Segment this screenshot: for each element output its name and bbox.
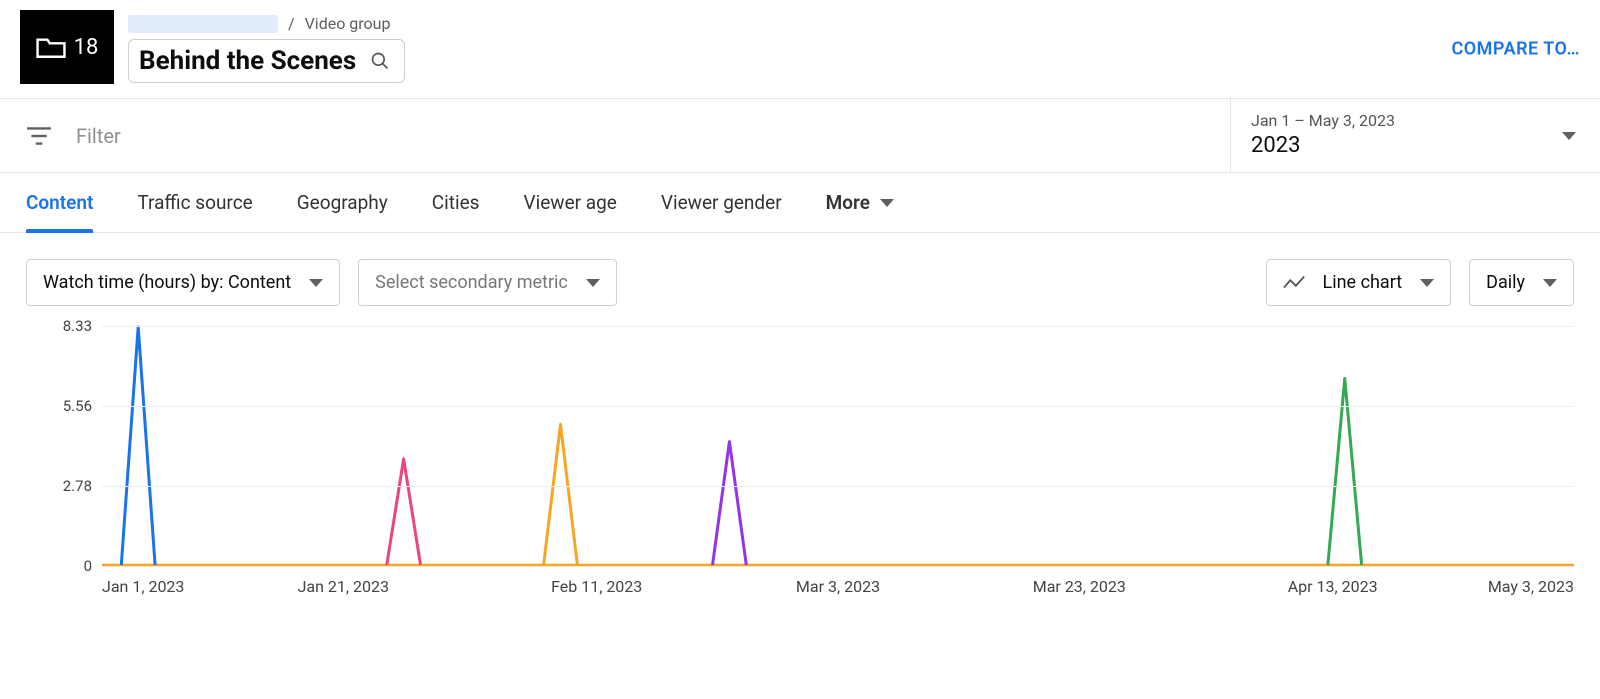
tab-viewer-age[interactable]: Viewer age xyxy=(524,191,617,232)
chart-series-line xyxy=(544,425,578,566)
tab-viewer-gender[interactable]: Viewer gender xyxy=(661,191,782,232)
chart-series-line xyxy=(387,459,421,565)
chart-x-tick: Feb 11, 2023 xyxy=(551,577,642,596)
chart-x-tick: May 3, 2023 xyxy=(1488,577,1574,596)
breadcrumb-separator: / xyxy=(288,14,295,33)
chevron-down-icon xyxy=(1543,279,1557,287)
tab-more-label: More xyxy=(826,191,870,214)
chevron-down-icon xyxy=(309,279,323,287)
tab-content[interactable]: Content xyxy=(26,191,93,232)
tab-cities[interactable]: Cities xyxy=(432,191,480,232)
granularity-label: Daily xyxy=(1486,272,1525,293)
search-icon xyxy=(370,51,390,71)
date-range-picker[interactable]: Jan 1 – May 3, 2023 2023 xyxy=(1230,99,1600,172)
chart-lines xyxy=(102,326,1574,565)
chart-x-tick: Jan 21, 2023 xyxy=(298,577,389,596)
breadcrumb: / Video group xyxy=(128,10,1580,39)
date-preset: 2023 xyxy=(1251,132,1395,161)
secondary-metric-placeholder: Select secondary metric xyxy=(375,272,568,293)
filter-row: Filter Jan 1 – May 3, 2023 2023 xyxy=(0,98,1600,173)
folder-icon xyxy=(36,36,66,58)
chart-plot xyxy=(102,326,1574,566)
chevron-down-icon xyxy=(1420,279,1434,287)
line-chart-icon xyxy=(1283,274,1305,292)
chevron-down-icon xyxy=(880,199,894,207)
chart-series-line xyxy=(121,327,155,565)
dimension-tabs: Content Traffic source Geography Cities … xyxy=(0,173,1600,233)
chart-x-tick: Jan 1, 2023 xyxy=(102,577,184,596)
tab-geography[interactable]: Geography xyxy=(297,191,388,232)
chart-controls: Watch time (hours) by: Content Select se… xyxy=(0,233,1600,316)
chart-x-tick: Apr 13, 2023 xyxy=(1288,577,1378,596)
breadcrumb-level: Video group xyxy=(305,14,391,33)
group-title: Behind the Scenes xyxy=(139,46,356,76)
primary-metric-label: Watch time (hours) by: Content xyxy=(43,272,291,293)
chart-y-tick: 2.78 xyxy=(26,477,92,495)
chart-x-tick: Mar 23, 2023 xyxy=(1033,577,1126,596)
chevron-down-icon xyxy=(1562,132,1576,140)
chart-y-tick: 8.33 xyxy=(26,317,92,335)
chevron-down-icon xyxy=(586,279,600,287)
chart-area: 0 2.78 5.56 8.33 Jan 1, 2023 Jan 21, 2023 Feb … xyxy=(0,316,1600,624)
compare-to-button[interactable]: COMPARE TO… xyxy=(1452,39,1581,60)
breadcrumb-wrap: / Video group Behind the Scenes xyxy=(128,10,1580,83)
header: 18 / Video group Behind the Scenes COMPA… xyxy=(0,0,1600,98)
channel-link[interactable] xyxy=(128,15,278,33)
chart-type-label: Line chart xyxy=(1323,272,1403,293)
secondary-metric-dropdown[interactable]: Select secondary metric xyxy=(358,259,617,306)
group-title-selector[interactable]: Behind the Scenes xyxy=(128,39,405,83)
filter-field[interactable]: Filter xyxy=(0,99,1230,172)
chart: 02.785.568.33Jan 1, 2023Jan 21, 2023Feb … xyxy=(26,326,1574,606)
chart-x-tick: Mar 3, 2023 xyxy=(796,577,880,596)
date-range-text: Jan 1 – May 3, 2023 xyxy=(1251,111,1395,132)
chart-type-dropdown[interactable]: Line chart xyxy=(1266,259,1452,306)
filter-icon xyxy=(26,126,52,146)
filter-placeholder: Filter xyxy=(76,124,121,148)
chart-y-tick: 0 xyxy=(26,557,92,575)
primary-metric-dropdown[interactable]: Watch time (hours) by: Content xyxy=(26,259,340,306)
tab-traffic-source[interactable]: Traffic source xyxy=(137,191,252,232)
group-thumbnail: 18 xyxy=(20,10,114,84)
group-count: 18 xyxy=(74,35,99,60)
chart-y-tick: 5.56 xyxy=(26,397,92,415)
tab-more[interactable]: More xyxy=(826,191,894,232)
chart-series-line xyxy=(713,442,747,565)
granularity-dropdown[interactable]: Daily xyxy=(1469,259,1574,306)
